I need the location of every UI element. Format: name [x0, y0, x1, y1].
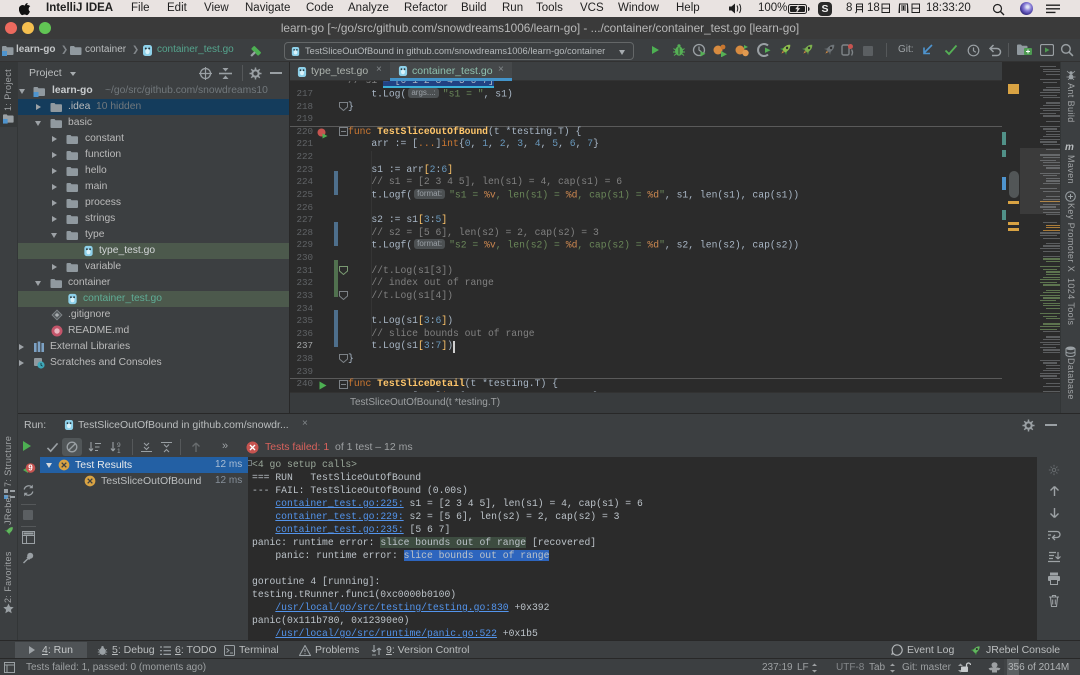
svg-text:1: 1: [117, 448, 121, 454]
svg-text:9: 9: [28, 464, 33, 473]
